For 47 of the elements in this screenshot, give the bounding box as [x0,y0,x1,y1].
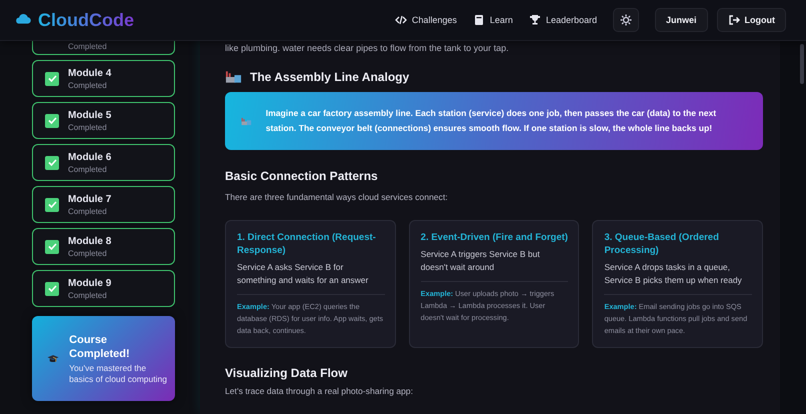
section-heading: The Assembly Line Analogy [250,70,410,84]
course-text: You've mastered the basics of cloud computing [69,362,167,384]
logout-button[interactable]: Logout [716,8,786,32]
trophy-icon [528,14,541,26]
module-card[interactable]: Module 8 Completed [32,228,175,265]
theme-button[interactable] [612,8,639,32]
module-card[interactable]: Module 9 Completed [32,270,175,307]
module-card[interactable]: Completed [32,41,175,55]
module-status: Completed [68,80,108,90]
course-title: Course Completed! [69,332,131,360]
code-icon [394,14,407,26]
logout-icon [728,14,740,26]
module-title: Module 8 [68,236,112,246]
module-card[interactable]: Module 6 Completed [32,144,175,181]
scrollbar[interactable] [800,44,804,84]
nav-link[interactable]: Challenges [394,14,457,26]
section-heading: Basic Connection Patterns [225,169,379,183]
factory-icon [225,70,242,84]
intro-text: like plumbing. water needs clear pipes to flow from the tank to your tap. [225,43,510,54]
module-title: Module 4 [68,68,112,78]
module-status: Completed [68,164,108,174]
section-intro: There are three fundamental ways cloud services connect: [225,192,449,203]
pattern-description: Service A asks Service B for something and waits for an answer [237,261,370,287]
module-card[interactable]: Module 7 Completed [32,186,175,223]
pattern-description: Service A drops tasks in a queue, Service B picks them up when ready [604,261,743,287]
module-card[interactable]: Module 5 Completed [32,102,175,139]
book-icon [472,14,485,26]
module-status: Completed [68,122,108,132]
module-title: Module 5 [68,110,112,120]
pattern-title: 2. Event-Driven (Fire and Forget) [420,231,568,244]
nav-link[interactable]: Learn [472,14,513,26]
module-title: Module 9 [68,278,112,288]
module-card[interactable]: Module 4 Completed [32,60,175,97]
module-status: Completed [68,206,108,216]
pattern-title: 1. Direct Connection (Request-Response) [237,231,377,257]
module-title: Module 6 [68,152,112,162]
pattern-description: Service A triggers Service B but doesn't wait around [420,248,541,274]
module-title: Module 7 [68,194,112,204]
module-status: Completed [68,248,108,258]
user-button[interactable]: Junwei [654,8,708,32]
section-heading: Visualizing Data Flow [225,366,348,380]
module-status: Completed [68,290,108,300]
pattern-title: 3. Queue-Based (Ordered Processing) [604,231,720,257]
section-intro: Let's trace data through a real photo-sharing app: [225,386,414,397]
module-status: Completed [68,42,107,51]
nav-link[interactable]: Leaderboard [528,14,597,26]
analogy-text: Imagine a car factory assembly line. Each station (service) does one job, then passes the car (data) to the next station. The conveyor belt (connections) ensures smooth flow. If one station is slow, the whole line backs up! [266,107,718,135]
